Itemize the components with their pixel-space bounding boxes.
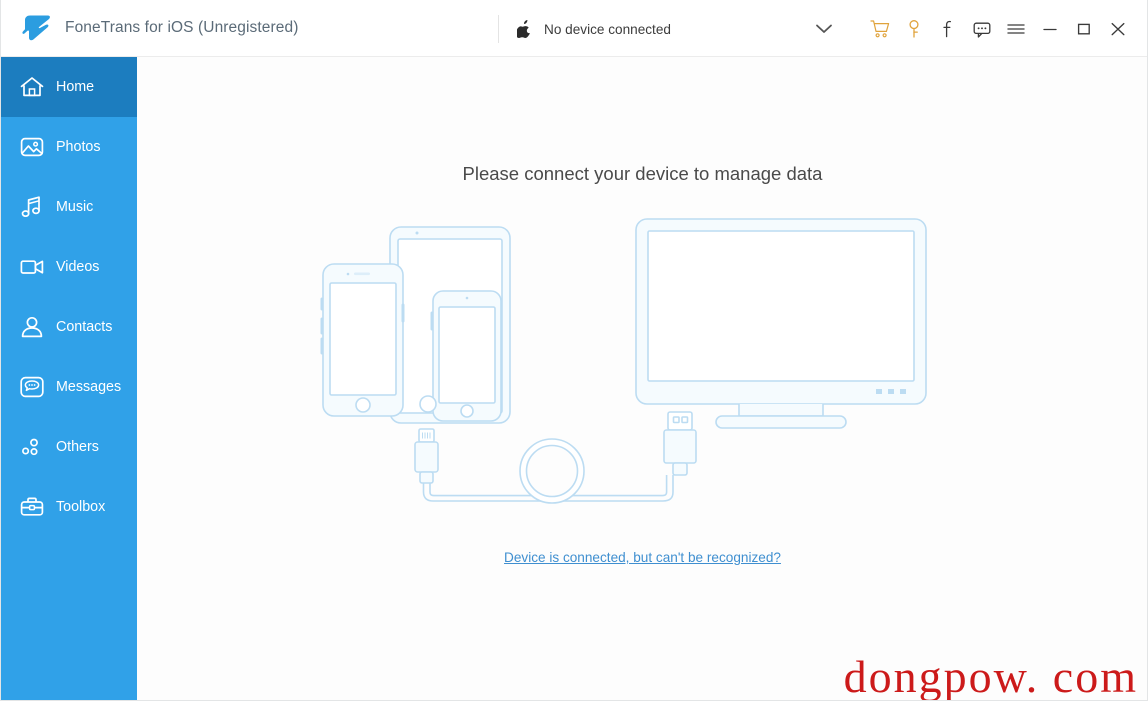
photos-icon	[19, 134, 45, 160]
sidebar-item-videos[interactable]: Videos	[1, 237, 137, 297]
others-icon	[19, 434, 45, 460]
sidebar-item-label: Others	[56, 439, 99, 455]
cart-icon[interactable]	[863, 12, 897, 46]
divider	[498, 15, 499, 43]
sidebar-item-label: Toolbox	[56, 499, 106, 515]
help-link-wrapper: Device is connected, but can't be recogn…	[137, 549, 1147, 567]
close-icon[interactable]	[1101, 12, 1135, 46]
facebook-icon[interactable]	[931, 12, 965, 46]
title-bar: FoneTrans for iOS (Unregistered) No devi…	[1, 0, 1147, 57]
contacts-icon	[19, 314, 45, 340]
sidebar-item-label: Messages	[56, 379, 122, 395]
music-icon	[19, 194, 45, 220]
watermark: dongpow. com	[843, 651, 1138, 701]
apple-icon	[517, 20, 532, 38]
minimize-icon[interactable]	[1033, 12, 1067, 46]
sidebar-item-label: Photos	[56, 139, 101, 155]
sidebar-item-home[interactable]: Home	[1, 57, 137, 117]
sidebar-item-label: Videos	[56, 259, 100, 275]
application-window: FoneTrans for iOS (Unregistered) No devi…	[0, 0, 1148, 701]
sidebar-item-others[interactable]: Others	[1, 417, 137, 477]
videos-icon	[19, 254, 45, 280]
device-not-recognized-link[interactable]: Device is connected, but can't be recogn…	[504, 550, 781, 565]
key-icon[interactable]	[897, 12, 931, 46]
sidebar-item-messages[interactable]: Messages	[1, 357, 137, 417]
sidebar-item-photos[interactable]: Photos	[1, 117, 137, 177]
sidebar-item-label: Contacts	[56, 319, 113, 335]
sidebar-item-toolbox[interactable]: Toolbox	[1, 477, 137, 537]
brand: FoneTrans for iOS (Unregistered)	[1, 14, 298, 42]
sidebar-item-label: Music	[56, 199, 94, 215]
device-selector[interactable]: No device connected	[498, 10, 832, 48]
menu-icon[interactable]	[999, 12, 1033, 46]
messages-icon	[19, 374, 45, 400]
sidebar-item-contacts[interactable]: Contacts	[1, 297, 137, 357]
chevron-down-icon[interactable]	[743, 23, 832, 35]
app-title: FoneTrans for iOS (Unregistered)	[65, 19, 299, 36]
sidebar: Home Photos Music Videos Contacts Messag…	[1, 57, 137, 700]
fonetrans-logo-icon	[21, 14, 53, 42]
page-title: Please connect your device to manage dat…	[462, 163, 823, 184]
sidebar-item-music[interactable]: Music	[1, 177, 137, 237]
sidebar-item-label: Home	[56, 79, 95, 95]
window-controls	[863, 0, 1135, 57]
toolbox-icon	[19, 494, 45, 520]
connect-device-illustration	[318, 209, 978, 509]
main-content: Please connect your device to manage dat…	[137, 57, 1147, 701]
maximize-icon[interactable]	[1067, 12, 1101, 46]
home-icon	[19, 74, 45, 100]
feedback-icon[interactable]	[965, 12, 999, 46]
device-selector-label: No device connected	[544, 21, 671, 37]
